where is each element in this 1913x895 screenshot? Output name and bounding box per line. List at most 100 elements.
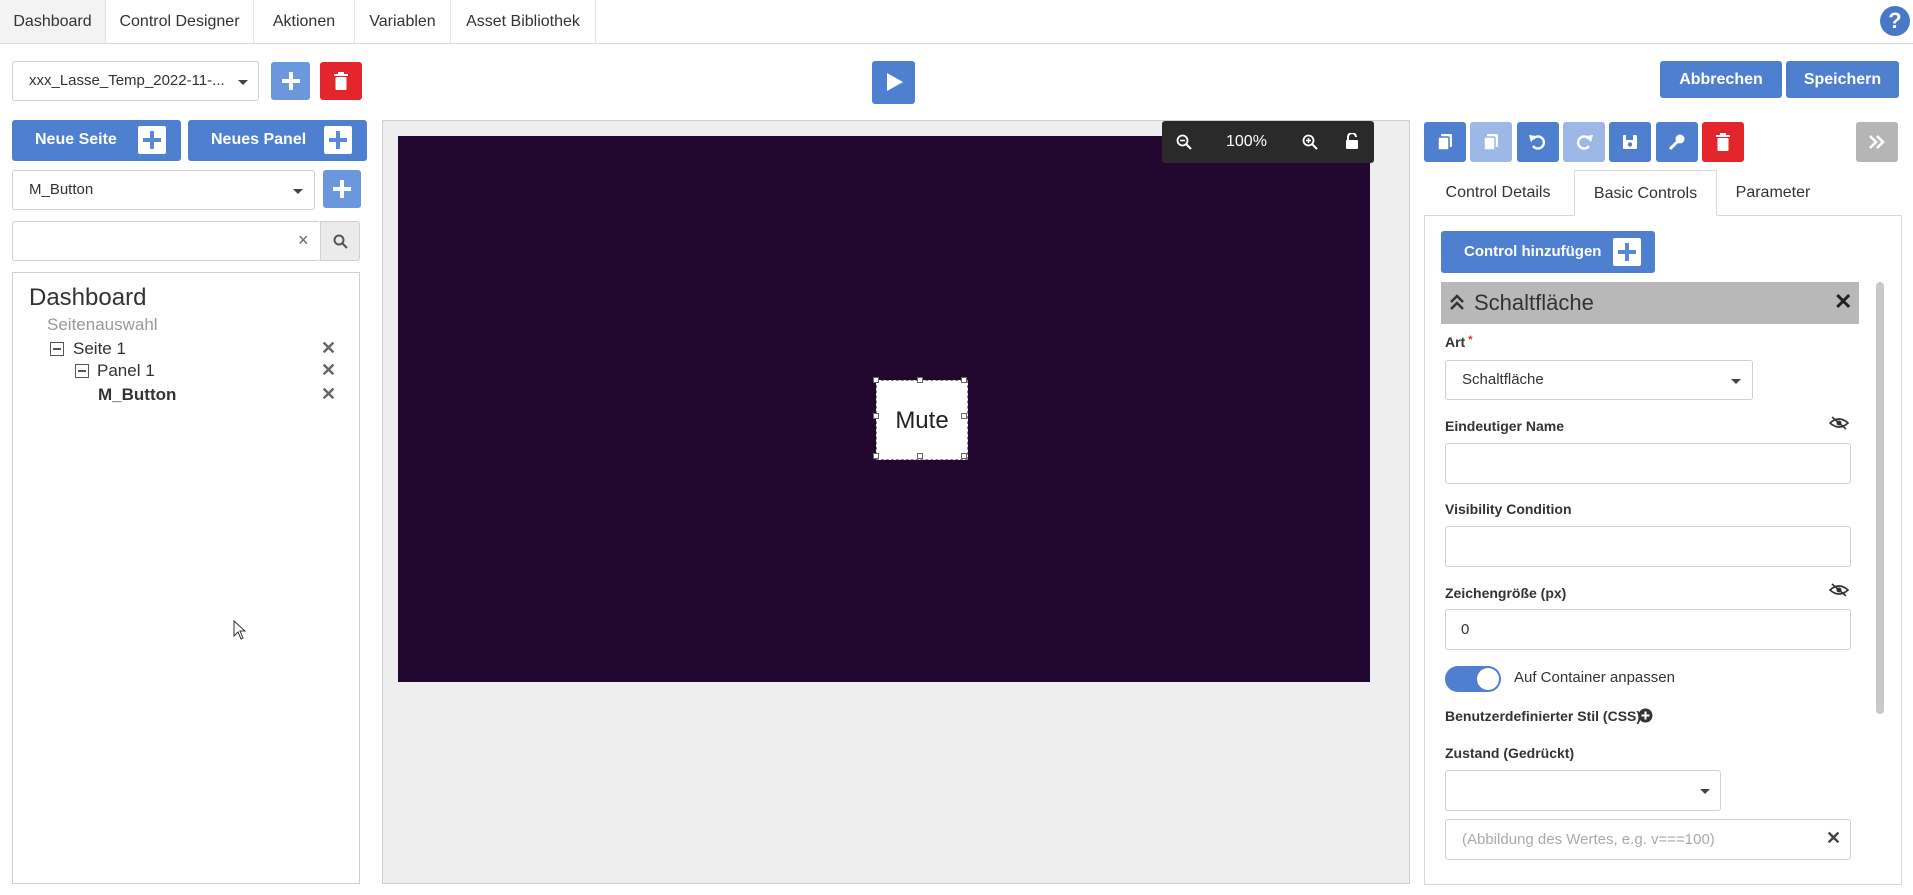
copy-icon bbox=[1437, 134, 1452, 151]
undo-button[interactable] bbox=[1517, 122, 1559, 162]
new-panel-label: Neues Panel bbox=[211, 131, 307, 148]
value-mapping-input[interactable]: (Abbildung des Wertes, e.g. v===100) ✕ bbox=[1445, 819, 1851, 860]
zoom-level: 100% bbox=[1226, 133, 1267, 150]
plus-circle-icon[interactable] bbox=[1638, 708, 1653, 723]
visibility-label: Visibility Condition bbox=[1445, 501, 1572, 517]
tab-variablen[interactable]: Variablen bbox=[355, 0, 451, 43]
trash-icon bbox=[1716, 133, 1730, 151]
redo-button[interactable] bbox=[1563, 122, 1605, 162]
collapse-icon[interactable] bbox=[75, 364, 89, 378]
tab-parameter[interactable]: Parameter bbox=[1717, 170, 1829, 216]
font-size-field[interactable]: 0 bbox=[1445, 609, 1851, 650]
tab-aktionen[interactable]: Aktionen bbox=[254, 0, 355, 43]
resize-handle[interactable] bbox=[961, 377, 967, 383]
close-icon[interactable]: ✕ bbox=[1834, 289, 1852, 315]
clear-search-icon[interactable]: × bbox=[298, 230, 309, 251]
resize-handle[interactable] bbox=[961, 413, 967, 419]
zoom-out-icon[interactable] bbox=[1176, 134, 1192, 150]
project-select-value: xxx_Lasse_Temp_2022-11-... bbox=[29, 72, 225, 89]
tree-page-1[interactable]: Seite 1 bbox=[73, 339, 126, 359]
add-control-button[interactable] bbox=[323, 170, 361, 208]
clear-icon[interactable]: ✕ bbox=[1826, 828, 1841, 849]
toggle-knob bbox=[1477, 668, 1499, 690]
art-label: Art * bbox=[1445, 334, 1473, 350]
delete-panel-icon[interactable]: ✕ bbox=[321, 360, 336, 381]
redo-icon bbox=[1577, 135, 1593, 150]
eye-slash-icon[interactable] bbox=[1829, 415, 1849, 431]
project-select[interactable]: xxx_Lasse_Temp_2022-11-... bbox=[12, 61, 259, 101]
tab-dashboard[interactable]: Dashboard bbox=[0, 0, 106, 43]
plus-icon bbox=[1613, 238, 1641, 266]
paste-icon bbox=[1483, 134, 1498, 151]
paste-button[interactable] bbox=[1470, 122, 1512, 162]
zoom-in-icon[interactable] bbox=[1302, 134, 1318, 150]
control-select-value: M_Button bbox=[29, 181, 94, 198]
resize-handle[interactable] bbox=[873, 453, 879, 459]
tree-page-select[interactable]: Seitenauswahl bbox=[47, 315, 158, 335]
resize-handle[interactable] bbox=[873, 377, 879, 383]
delete-control-icon[interactable]: ✕ bbox=[321, 384, 336, 405]
save-control-button[interactable] bbox=[1609, 122, 1651, 162]
font-size-value: 0 bbox=[1461, 621, 1470, 638]
delete-control-button[interactable] bbox=[1702, 122, 1744, 162]
add-project-button[interactable] bbox=[271, 62, 310, 100]
fit-container-label: Auf Container anpassen bbox=[1514, 669, 1675, 686]
section-header[interactable]: Schaltfläche ✕ bbox=[1441, 282, 1859, 324]
tree-panel-1[interactable]: Panel 1 bbox=[97, 361, 155, 381]
unique-name-label: Eindeutiger Name bbox=[1445, 418, 1565, 434]
state-label: Zustand (Gedrückt) bbox=[1445, 745, 1575, 761]
tab-basic-controls[interactable]: Basic Controls bbox=[1574, 170, 1717, 216]
visibility-field[interactable] bbox=[1445, 526, 1851, 567]
resize-handle[interactable] bbox=[961, 453, 967, 459]
add-control-panel-button[interactable]: Control hinzufügen bbox=[1441, 231, 1655, 273]
cursor-icon bbox=[233, 620, 247, 640]
search-button[interactable] bbox=[320, 221, 360, 261]
mute-button-control[interactable]: Mute bbox=[876, 380, 968, 460]
key-button[interactable] bbox=[1656, 122, 1698, 162]
fit-container-toggle[interactable] bbox=[1445, 666, 1501, 692]
chevron-down-icon bbox=[293, 189, 303, 194]
mute-button-label: Mute bbox=[895, 407, 949, 434]
resize-handle[interactable] bbox=[917, 453, 923, 459]
state-select[interactable] bbox=[1445, 770, 1721, 811]
new-page-button[interactable]: Neue Seite bbox=[12, 120, 181, 161]
cancel-button[interactable]: Abbrechen bbox=[1660, 61, 1782, 98]
tree-m-button[interactable]: M_Button bbox=[98, 385, 176, 405]
control-select[interactable]: M_Button bbox=[12, 170, 315, 210]
scrollbar[interactable] bbox=[1876, 282, 1884, 714]
page-tree: Dashboard Seitenauswahl Seite 1 ✕ Panel … bbox=[12, 272, 360, 884]
tab-asset-bibliothek[interactable]: Asset Bibliothek bbox=[451, 0, 596, 43]
save-button[interactable]: Speichern bbox=[1786, 61, 1899, 98]
copy-button[interactable] bbox=[1424, 122, 1466, 162]
search-icon bbox=[333, 234, 348, 249]
custom-css-label: Benutzerdefinierter Stil (CSS) bbox=[1445, 708, 1642, 724]
art-select[interactable]: Schaltfläche bbox=[1445, 360, 1753, 400]
play-button[interactable] bbox=[872, 61, 915, 104]
floppy-icon bbox=[1623, 135, 1637, 149]
tab-control-details[interactable]: Control Details bbox=[1424, 170, 1572, 216]
play-icon bbox=[887, 73, 903, 91]
undo-icon bbox=[1529, 135, 1545, 150]
plus-icon bbox=[324, 126, 352, 154]
resize-handle[interactable] bbox=[917, 377, 923, 383]
collapse-panel-button[interactable] bbox=[1856, 122, 1898, 162]
resize-handle[interactable] bbox=[873, 413, 879, 419]
collapse-icon[interactable] bbox=[50, 342, 64, 356]
add-control-label: Control hinzufügen bbox=[1464, 243, 1602, 260]
delete-project-button[interactable] bbox=[320, 62, 362, 100]
art-select-value: Schaltfläche bbox=[1462, 371, 1544, 388]
unlock-icon[interactable] bbox=[1345, 133, 1359, 150]
delete-page-icon[interactable]: ✕ bbox=[321, 338, 336, 359]
tree-root[interactable]: Dashboard bbox=[29, 284, 146, 312]
unique-name-field[interactable] bbox=[1445, 443, 1851, 484]
double-chevron-up-icon bbox=[1450, 294, 1464, 310]
plus-icon bbox=[328, 175, 356, 203]
new-panel-button[interactable]: Neues Panel bbox=[188, 120, 367, 161]
chevron-down-icon bbox=[1700, 789, 1710, 794]
eye-slash-icon[interactable] bbox=[1829, 582, 1849, 598]
key-icon bbox=[1668, 134, 1685, 151]
help-icon[interactable]: ? bbox=[1880, 6, 1910, 36]
search-input[interactable]: × bbox=[12, 221, 320, 261]
tab-control-designer[interactable]: Control Designer bbox=[106, 0, 254, 43]
chevron-down-icon bbox=[1731, 379, 1741, 384]
